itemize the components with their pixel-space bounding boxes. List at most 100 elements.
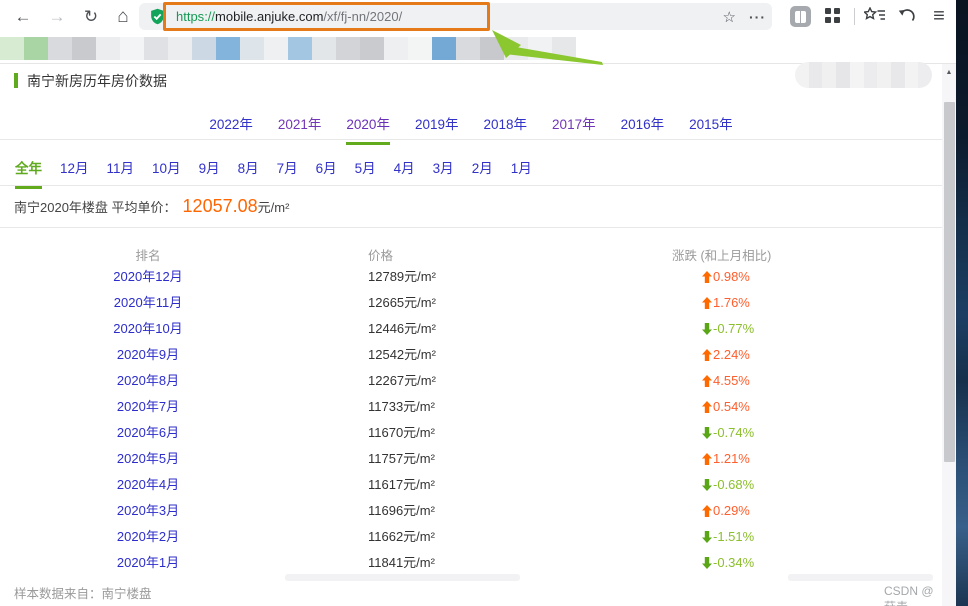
change-value: -0.68% (713, 472, 754, 498)
month-link[interactable]: 2020年10月 (0, 316, 296, 342)
header-rank: 排名 (0, 245, 296, 264)
table-body: 2020年12月 12789元/m² 0.98% 2020年11月 12665元… (0, 264, 942, 576)
price-value: 11670元/m² (368, 420, 435, 446)
month-link[interactable]: 2020年4月 (0, 472, 296, 498)
change-cell: 2.24% (702, 342, 750, 368)
table-row: 2020年3月 11696元/m² 0.29% (0, 498, 942, 524)
redacted-smudge (285, 574, 520, 581)
month-link[interactable]: 2020年3月 (0, 498, 296, 524)
divider (0, 139, 942, 140)
table-row: 2020年1月 11841元/m² -0.34% (0, 550, 942, 576)
price-value: 11733元/m² (368, 394, 435, 420)
change-cell: 0.29% (702, 498, 750, 524)
average-price-unit: 元/m² (258, 197, 290, 216)
tab-year-2018[interactable]: 2018年 (484, 113, 528, 145)
change-value: 4.55% (713, 368, 750, 394)
refresh-icon[interactable]: ↻ (76, 0, 106, 33)
desktop-wallpaper (956, 0, 968, 606)
secure-shield-icon[interactable] (149, 8, 166, 30)
tab-year-2016[interactable]: 2016年 (621, 113, 665, 145)
up-arrow-icon (702, 297, 712, 309)
address-bar[interactable]: https://mobile.anjuke.com/xf/fj-nn/2020/… (139, 3, 772, 30)
month-link[interactable]: 2020年11月 (0, 290, 296, 316)
month-link[interactable]: 2020年9月 (0, 342, 296, 368)
month-link[interactable]: 2020年5月 (0, 446, 296, 472)
table-row: 2020年7月 11733元/m² 0.54% (0, 394, 942, 420)
year-tabs: 2022年 2021年 2020年 2019年 2018年 2017年 2016… (0, 113, 942, 145)
price-value: 11662元/m² (368, 524, 435, 550)
bookmarks-bar-redacted (0, 34, 956, 64)
change-cell: -0.74% (702, 420, 754, 446)
title-accent-bar (14, 73, 18, 88)
change-cell: -0.34% (702, 550, 754, 576)
price-value: 12789元/m² (368, 264, 436, 290)
vertical-scrollbar[interactable]: ▲ (942, 64, 956, 606)
scrollbar-thumb[interactable] (944, 102, 955, 462)
table-row: 2020年4月 11617元/m² -0.68% (0, 472, 942, 498)
extension-book-icon[interactable] (790, 6, 811, 27)
tab-year-2022[interactable]: 2022年 (209, 113, 253, 145)
site-more-icon[interactable]: ··· (749, 3, 766, 30)
summary-label: 南宁2020年楼盘 平均单价： (14, 197, 177, 216)
page-content: 南宁新房历年房价数据 2022年 2021年 2020年 2019年 2018年… (0, 64, 942, 606)
down-arrow-icon (702, 557, 712, 569)
forward-icon[interactable]: → (42, 0, 72, 33)
month-link[interactable]: 2020年1月 (0, 550, 296, 576)
bookmark-star-icon[interactable]: ☆ (723, 3, 736, 30)
price-value: 11757元/m² (368, 446, 435, 472)
price-value: 11696元/m² (368, 498, 435, 524)
down-arrow-icon (702, 479, 712, 491)
change-cell: 4.55% (702, 368, 750, 394)
month-link[interactable]: 2020年8月 (0, 368, 296, 394)
data-source-note: 样本数据来自：南宁楼盘 (14, 583, 152, 602)
change-cell: -0.77% (702, 316, 754, 342)
table-row: 2020年5月 11757元/m² 1.21% (0, 446, 942, 472)
divider (0, 185, 942, 186)
change-cell: 1.76% (702, 290, 750, 316)
change-cell: 0.54% (702, 394, 750, 420)
change-value: 1.21% (713, 446, 750, 472)
month-link[interactable]: 2020年6月 (0, 420, 296, 446)
scrollbar-up-icon[interactable]: ▲ (942, 69, 956, 76)
down-arrow-icon (702, 427, 712, 439)
month-link[interactable]: 2020年7月 (0, 394, 296, 420)
price-value: 12542元/m² (368, 342, 436, 368)
url-text[interactable]: https://mobile.anjuke.com/xf/fj-nn/2020/ (176, 3, 402, 30)
change-value: -0.74% (713, 420, 754, 446)
divider (0, 227, 942, 228)
change-cell: -0.68% (702, 472, 754, 498)
down-arrow-icon (702, 323, 712, 335)
table-row: 2020年10月 12446元/m² -0.77% (0, 316, 942, 342)
month-link[interactable]: 2020年2月 (0, 524, 296, 550)
change-cell: -1.51% (702, 524, 754, 550)
url-host: mobile.anjuke.com (215, 9, 323, 24)
table-row: 2020年9月 12542元/m² 2.24% (0, 342, 942, 368)
apps-grid-icon[interactable] (825, 8, 840, 23)
tab-year-2015[interactable]: 2015年 (689, 113, 733, 145)
tab-year-2017[interactable]: 2017年 (552, 113, 596, 145)
home-icon[interactable]: ⌂ (108, 0, 138, 33)
tab-year-2019[interactable]: 2019年 (415, 113, 459, 145)
url-path: /xf/fj-nn/2020/ (323, 9, 402, 24)
back-icon[interactable]: ← (8, 0, 38, 33)
url-scheme: https (176, 9, 204, 24)
undo-icon[interactable] (897, 7, 916, 31)
page-title: 南宁新房历年房价数据 (27, 71, 167, 91)
change-value: -0.34% (713, 550, 754, 576)
menu-icon[interactable]: ≡ (925, 0, 953, 33)
price-value: 12446元/m² (368, 316, 436, 342)
up-arrow-icon (702, 401, 712, 413)
up-arrow-icon (702, 453, 712, 465)
up-arrow-icon (702, 375, 712, 387)
table-row: 2020年11月 12665元/m² 1.76% (0, 290, 942, 316)
change-value: 0.29% (713, 498, 750, 524)
tab-year-2020[interactable]: 2020年 (346, 113, 390, 145)
month-link[interactable]: 2020年12月 (0, 264, 296, 290)
header-price: 价格 (368, 245, 393, 264)
price-value: 12267元/m² (368, 368, 436, 394)
tab-year-2021[interactable]: 2021年 (278, 113, 322, 145)
collections-icon[interactable] (864, 7, 886, 29)
table-row: 2020年6月 11670元/m² -0.74% (0, 420, 942, 446)
change-value: -1.51% (713, 524, 754, 550)
change-value: -0.77% (713, 316, 754, 342)
